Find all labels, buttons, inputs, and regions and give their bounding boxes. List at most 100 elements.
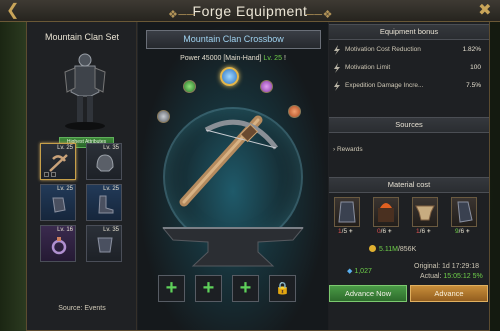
item-slot-type: [Main-Hand] xyxy=(223,55,262,62)
add-gem-slot-2[interactable]: + xyxy=(195,275,222,302)
add-material-icon[interactable]: + xyxy=(427,228,431,235)
anvil-icon xyxy=(161,227,305,267)
gold-cost: 5.11M/856K xyxy=(369,245,416,253)
add-material-icon[interactable]: + xyxy=(466,228,470,235)
material-count-1: 1/5 + xyxy=(338,228,353,235)
material-need: 6 xyxy=(421,228,426,235)
material-need: 6 xyxy=(460,228,465,235)
set-panel: Mountain Clan Set Highest Attributes Lv.… xyxy=(27,22,137,330)
bonus-label: Motivation Cost Reduction xyxy=(345,46,421,53)
power-label: Power xyxy=(180,55,200,62)
power-value: 45000 xyxy=(201,55,222,62)
actual-time-pct: 5% xyxy=(472,273,483,280)
back-icon[interactable]: ❮ xyxy=(6,0,20,22)
gold-need: 856K xyxy=(399,246,417,253)
sources-header: Sources xyxy=(329,117,489,133)
gem-gray[interactable] xyxy=(157,110,170,123)
material-count-4: 9/6 + xyxy=(455,228,470,235)
gauntlet-icon xyxy=(52,197,66,213)
bonus-row-2: Motivation Limit 100 xyxy=(329,60,489,76)
material-slot-1[interactable] xyxy=(334,197,360,227)
anvil-material-icon xyxy=(415,205,435,221)
advance-button[interactable]: Advance xyxy=(410,285,488,302)
bonus-label: Expedition Damage Incre... xyxy=(345,82,424,89)
material-slot-3[interactable] xyxy=(412,197,438,227)
gold-have: 5.11M xyxy=(379,246,398,253)
crossbow-item-icon xyxy=(179,115,278,207)
material-need: 5 xyxy=(343,228,348,235)
gem-amount: 1,027 xyxy=(354,268,372,275)
title-bar: ❮ ❖── Forge Equipment ──❖ ✖ xyxy=(0,0,500,22)
diamond-icon: ◆ xyxy=(347,268,353,275)
gem-purple[interactable] xyxy=(260,80,273,93)
advance-now-button[interactable]: Advance Now xyxy=(329,285,407,302)
forge-coal-icon xyxy=(378,203,394,222)
helmet-icon xyxy=(96,154,114,172)
original-time: Original: 1d 17:29:18 xyxy=(414,263,479,270)
bolt-icon xyxy=(334,81,340,91)
equipment-slot-2[interactable]: Lv. 35 xyxy=(86,143,122,180)
equipment-slot-3[interactable]: Lv. 25 xyxy=(40,184,76,221)
bonus-value: 1.82% xyxy=(462,46,481,53)
gem-blue-selected[interactable] xyxy=(220,67,239,86)
gauntlet-material-icon xyxy=(457,201,473,223)
lock-icon: 🔒 xyxy=(275,281,290,295)
outer-map-strip xyxy=(0,22,26,331)
close-icon[interactable]: ✖ xyxy=(478,0,492,22)
material-have: 1 xyxy=(338,228,342,235)
ring-icon xyxy=(51,237,67,255)
rewards-label: Rewards xyxy=(336,146,363,153)
add-gem-slot-3[interactable]: + xyxy=(232,275,259,302)
armor-plate-icon xyxy=(97,237,113,253)
material-have: 1 xyxy=(416,228,420,235)
material-have: 9 xyxy=(455,228,459,235)
star-pip xyxy=(44,172,49,177)
material-count-2: 0/6 + xyxy=(377,228,392,235)
forge-preview-panel: Mountain Clan Crossbow Power 45000 [Main… xyxy=(138,22,328,330)
material-need: 6 xyxy=(382,228,387,235)
equipment-slot-4[interactable]: Lv. 25 xyxy=(86,184,122,221)
original-time-value: 1d 17:29:18 xyxy=(442,263,480,270)
expand-arrow-icon: › xyxy=(333,146,336,153)
material-count-3: 1/6 + xyxy=(416,228,431,235)
rewards-item[interactable]: › Rewards xyxy=(333,146,363,153)
bonus-row-3: Expedition Damage Incre... 7.5% xyxy=(329,78,489,94)
item-power-line: Power 45000 [Main-Hand] Lv. 25 ! xyxy=(138,55,328,62)
star-pip xyxy=(51,172,56,177)
equipment-slot-5[interactable]: Lv. 16 xyxy=(40,225,76,262)
actual-time-value: 15:05:12 xyxy=(443,273,471,280)
boots-icon xyxy=(98,195,114,214)
locked-slot[interactable]: 🔒 xyxy=(269,275,296,302)
armor-material-icon xyxy=(338,201,356,223)
page-title: Forge Equipment xyxy=(192,3,308,19)
add-gem-slot-1[interactable]: + xyxy=(158,275,185,302)
gold-coin-icon xyxy=(369,245,376,252)
original-time-label: Original: xyxy=(414,263,441,270)
bonus-label: Motivation Limit xyxy=(345,64,391,71)
actual-time: Actual: 15:05:12 5% xyxy=(420,273,483,280)
gem-balance: ◆ 1,027 xyxy=(347,267,372,275)
gem-orange[interactable] xyxy=(288,105,301,118)
bolt-icon xyxy=(334,45,340,55)
add-material-icon[interactable]: + xyxy=(349,228,353,235)
gem-green[interactable] xyxy=(183,80,196,93)
item-level: Lv. 25 xyxy=(263,55,282,62)
bonus-value: 100 xyxy=(470,64,481,71)
armor-set-figure-icon xyxy=(64,53,106,130)
actual-time-label: Actual: xyxy=(420,273,442,280)
bolt-icon xyxy=(334,63,340,73)
equipment-slot-1[interactable]: Lv. 25 xyxy=(40,143,76,180)
item-name: Mountain Clan Crossbow xyxy=(146,30,321,49)
bonus-row-1: Motivation Cost Reduction 1.82% xyxy=(329,42,489,58)
set-source: Source: Events xyxy=(58,305,106,312)
material-have: 0 xyxy=(377,228,381,235)
material-slot-4[interactable] xyxy=(451,197,477,227)
bonus-header: Equipment bonus xyxy=(329,24,489,40)
details-panel: Equipment bonus Motivation Cost Reductio… xyxy=(329,22,489,330)
material-cost-header: Material cost xyxy=(329,177,489,193)
material-slot-2[interactable] xyxy=(373,197,399,227)
add-material-icon[interactable]: + xyxy=(388,228,392,235)
bonus-value: 7.5% xyxy=(466,82,481,89)
equipment-slot-6[interactable]: Lv. 35 xyxy=(86,225,122,262)
info-mark[interactable]: ! xyxy=(284,55,286,62)
